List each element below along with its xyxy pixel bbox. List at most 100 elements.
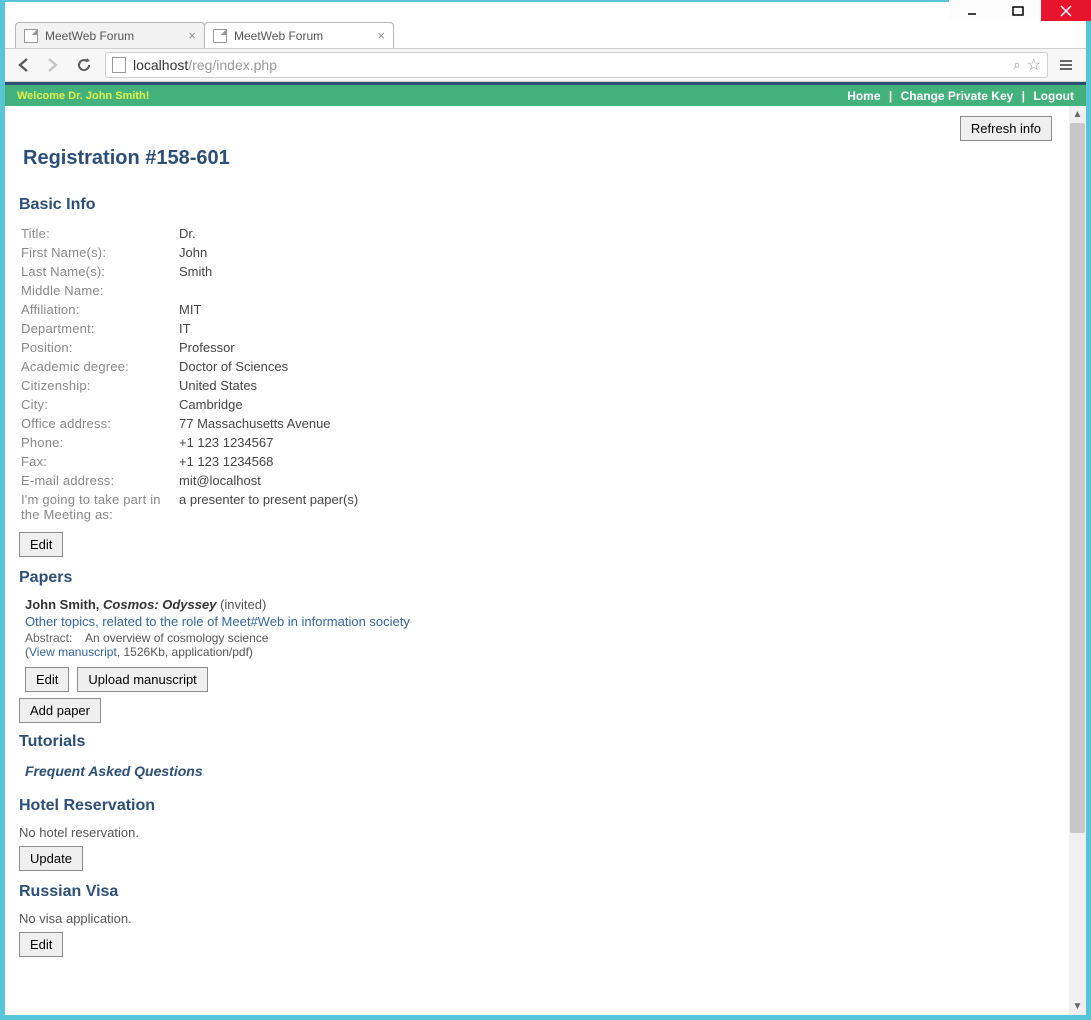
- info-row: First Name(s):John: [21, 243, 364, 262]
- info-value: Cambridge: [179, 395, 364, 414]
- paper-topic: Other topics, related to the role of Mee…: [25, 614, 1055, 629]
- url-path: /reg/index.php: [188, 57, 277, 73]
- info-label: Academic degree:: [21, 357, 179, 376]
- upload-manuscript-button[interactable]: Upload manuscript: [77, 667, 207, 692]
- paper-entry: John Smith, Cosmos: Odyssey (invited) Ot…: [25, 597, 1055, 659]
- info-value: Smith: [179, 262, 364, 281]
- info-value: IT: [179, 319, 364, 338]
- add-paper-button[interactable]: Add paper: [19, 698, 101, 723]
- edit-basic-info-button[interactable]: Edit: [19, 532, 63, 557]
- info-value: +1 123 1234568: [179, 452, 364, 471]
- browser-toolbar: localhost/reg/index.php ⌕ ☆: [5, 48, 1086, 82]
- info-value: a presenter to present paper(s): [179, 490, 364, 524]
- info-value: [179, 281, 364, 300]
- info-label: Title:: [21, 224, 179, 243]
- nav-logout-link[interactable]: Logout: [1033, 89, 1074, 103]
- browser-tab-2[interactable]: MeetWeb Forum ×: [204, 22, 394, 48]
- edit-visa-button[interactable]: Edit: [19, 932, 63, 957]
- view-manuscript-link[interactable]: View manuscript: [29, 645, 117, 659]
- info-value: mit@localhost: [179, 471, 364, 490]
- info-label: I'm going to take part in the Meeting as…: [21, 490, 179, 524]
- info-label: E-mail address:: [21, 471, 179, 490]
- refresh-info-button[interactable]: Refresh info: [960, 116, 1052, 141]
- info-label: First Name(s):: [21, 243, 179, 262]
- tab-strip: MeetWeb Forum × MeetWeb Forum ×: [5, 21, 1086, 48]
- section-tutorials: Tutorials: [19, 733, 1055, 751]
- bookmark-star-icon[interactable]: ☆: [1027, 55, 1041, 75]
- chrome-menu-button[interactable]: [1052, 51, 1080, 79]
- info-row: Department:IT: [21, 319, 364, 338]
- info-row: Office address:77 Massachusetts Avenue: [21, 414, 364, 433]
- window-maximize-button[interactable]: [995, 0, 1041, 21]
- info-row: E-mail address:mit@localhost: [21, 471, 364, 490]
- address-bar[interactable]: localhost/reg/index.php ⌕ ☆: [105, 52, 1048, 78]
- info-value: John: [179, 243, 364, 262]
- section-basic-info: Basic Info: [19, 196, 1055, 214]
- page-icon: [213, 29, 227, 43]
- info-row: Position:Professor: [21, 338, 364, 357]
- abstract-label: Abstract:: [25, 631, 72, 645]
- info-label: Office address:: [21, 414, 179, 433]
- info-value: 77 Massachusetts Avenue: [179, 414, 364, 433]
- edit-paper-button[interactable]: Edit: [25, 667, 69, 692]
- info-row: Fax:+1 123 1234568: [21, 452, 364, 471]
- titlebar: [5, 2, 1086, 21]
- scroll-down-button[interactable]: ▼: [1069, 998, 1086, 1015]
- vertical-scrollbar[interactable]: ▲ ▼: [1069, 106, 1086, 1015]
- paper-invited-badge: (invited): [220, 597, 266, 612]
- manuscript-file-info: , 1526Kb, application/pdf): [117, 645, 253, 659]
- visa-status: No visa application.: [19, 911, 1055, 926]
- info-row: Affiliation:MIT: [21, 300, 364, 319]
- info-row: Citizenship:United States: [21, 376, 364, 395]
- page-title: Registration #158-601: [23, 147, 1055, 170]
- info-value: +1 123 1234567: [179, 433, 364, 452]
- abstract-text: An overview of cosmology science: [85, 631, 268, 645]
- welcome-text: Welcome Dr. John Smith!: [17, 90, 149, 102]
- info-row: Title:Dr.: [21, 224, 364, 243]
- basic-info-table: Title:Dr.First Name(s):JohnLast Name(s):…: [21, 224, 364, 524]
- info-row: Phone:+1 123 1234567: [21, 433, 364, 452]
- info-label: Position:: [21, 338, 179, 357]
- info-label: Phone:: [21, 433, 179, 452]
- window-close-button[interactable]: [1041, 0, 1091, 21]
- info-row: City:Cambridge: [21, 395, 364, 414]
- reload-button[interactable]: [71, 52, 97, 78]
- info-value: Dr.: [179, 224, 364, 243]
- info-row: I'm going to take part in the Meeting as…: [21, 490, 364, 524]
- paper-title: Cosmos: Odyssey: [103, 597, 216, 612]
- scroll-up-button[interactable]: ▲: [1069, 106, 1086, 123]
- forward-button[interactable]: [39, 52, 65, 78]
- top-nav-bar: Welcome Dr. John Smith! Home | Change Pr…: [5, 85, 1086, 106]
- tab-close-icon[interactable]: ×: [377, 29, 385, 42]
- tab-title: MeetWeb Forum: [45, 29, 134, 43]
- window-minimize-button[interactable]: [949, 0, 995, 21]
- key-icon[interactable]: ⌕: [1013, 57, 1020, 73]
- info-label: Citizenship:: [21, 376, 179, 395]
- browser-tab-1[interactable]: MeetWeb Forum ×: [15, 22, 205, 48]
- info-label: City:: [21, 395, 179, 414]
- section-visa: Russian Visa: [19, 883, 1055, 901]
- hotel-status: No hotel reservation.: [19, 825, 1055, 840]
- section-hotel: Hotel Reservation: [19, 797, 1055, 815]
- info-value: Doctor of Sciences: [179, 357, 364, 376]
- scroll-thumb[interactable]: [1070, 123, 1085, 833]
- info-label: Affiliation:: [21, 300, 179, 319]
- tab-close-icon[interactable]: ×: [188, 29, 196, 42]
- info-row: Academic degree:Doctor of Sciences: [21, 357, 364, 376]
- page-icon: [112, 57, 126, 73]
- info-label: Fax:: [21, 452, 179, 471]
- tab-title: MeetWeb Forum: [234, 29, 323, 43]
- section-papers: Papers: [19, 569, 1055, 587]
- nav-home-link[interactable]: Home: [847, 89, 880, 103]
- back-button[interactable]: [11, 52, 37, 78]
- page-icon: [24, 29, 38, 43]
- info-row: Middle Name:: [21, 281, 364, 300]
- info-label: Middle Name:: [21, 281, 179, 300]
- info-value: United States: [179, 376, 364, 395]
- info-value: Professor: [179, 338, 364, 357]
- faq-link[interactable]: Frequent Asked Questions: [25, 763, 1055, 779]
- info-label: Last Name(s):: [21, 262, 179, 281]
- nav-change-private-key-link[interactable]: Change Private Key: [901, 89, 1014, 103]
- update-hotel-button[interactable]: Update: [19, 846, 83, 871]
- info-value: MIT: [179, 300, 364, 319]
